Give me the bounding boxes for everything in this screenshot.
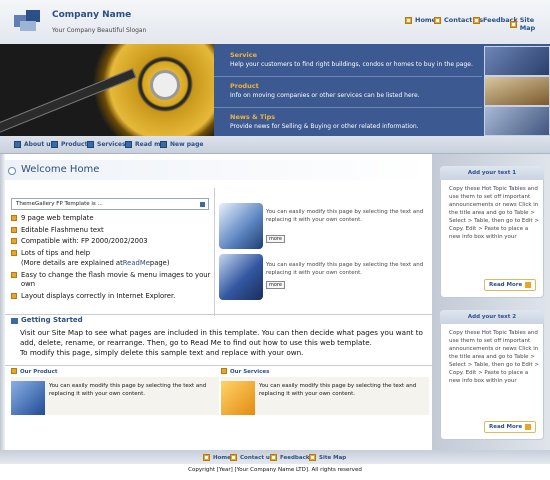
read-more-button-1[interactable]: Read More <box>484 279 537 291</box>
footer-link-sitemap[interactable]: Site Map <box>309 454 346 461</box>
more-button-1[interactable]: more <box>266 235 285 243</box>
bullet-icon <box>11 227 17 233</box>
dropdown-arrow-icon <box>200 202 205 207</box>
home-icon <box>405 16 412 24</box>
list-item: 9 page web template <box>11 214 94 223</box>
bullet-icon <box>11 250 17 256</box>
nav-about[interactable]: About us <box>14 141 54 148</box>
info-box-1-text: Copy these Hot Topic Tables and use them… <box>449 186 539 240</box>
thumb-text-2: You can easily modify this page by selec… <box>266 262 424 276</box>
list-item: Compatible with: FP 2000/2002/2003 <box>11 237 148 246</box>
nav-readme[interactable]: Read me <box>125 141 164 148</box>
sitemap-icon <box>510 20 517 28</box>
our-services-text: You can easily modify this page by selec… <box>259 383 417 397</box>
nav-bullet-icon <box>125 141 132 148</box>
feedback-icon <box>270 454 277 461</box>
company-slogan: Your Company Beautiful Slogan <box>52 27 147 34</box>
banner-news[interactable]: News & Tips Provide news for Selling & B… <box>214 108 482 139</box>
list-item: Lots of tips and help <box>11 249 211 258</box>
feedback-icon <box>473 16 480 24</box>
services-image <box>221 381 255 415</box>
banner-thumb-laptop <box>484 46 550 76</box>
enter-key-image <box>219 254 263 300</box>
left-shade <box>0 154 5 450</box>
thumb-text-1: You can easily modify this page by selec… <box>266 209 424 223</box>
top-link-sitemap[interactable]: Site Map <box>510 16 550 32</box>
arrow-icon <box>525 424 532 430</box>
circle-chevron-icon <box>8 167 16 175</box>
sitemap-icon <box>309 454 316 461</box>
our-product-title: Our Product <box>20 369 58 375</box>
nav-bullet-icon <box>160 141 167 148</box>
read-more-button-2[interactable]: Read More <box>484 421 537 433</box>
getting-started-text: Visit our Site Map to see what pages are… <box>20 328 423 357</box>
bullet-icon <box>11 215 17 221</box>
list-item: Easy to change the flash movie & menu im… <box>11 271 211 289</box>
nav-bullet-icon <box>87 141 94 148</box>
banner-thumb-keyboard <box>484 106 550 136</box>
more-button-2[interactable]: more <box>266 281 285 289</box>
computer-image <box>11 381 45 415</box>
template-dropdown[interactable]: ThemeGallery FP Template is ... <box>11 198 209 210</box>
footer-link-feedback[interactable]: Feedback <box>270 454 310 461</box>
contact-icon <box>230 454 237 461</box>
nav-newpage[interactable]: New page <box>160 141 203 148</box>
top-link-home[interactable]: Home <box>405 16 436 24</box>
contact-icon <box>434 16 441 24</box>
copyright: Copyright [Year] [Your Company Name LTD]… <box>188 467 362 473</box>
services-icon <box>221 368 227 374</box>
monitor-icon <box>11 318 18 324</box>
bullet-icon <box>11 272 17 278</box>
list-item: Editable Flashmenu text <box>11 226 104 235</box>
company-name: Company Name <box>52 10 132 20</box>
column-divider <box>214 188 215 316</box>
list-item: Layout displays correctly in Internet Ex… <box>11 292 211 301</box>
nav-product[interactable]: Product <box>51 141 87 148</box>
footer-link-contact[interactable]: Contact us <box>230 454 273 461</box>
readme-link[interactable]: ReadMe <box>123 259 150 268</box>
home-icon <box>203 454 210 461</box>
nav-bullet-icon <box>51 141 58 148</box>
banner-service[interactable]: Service Help your customers to find righ… <box>214 46 482 77</box>
keyboard-image <box>219 203 263 249</box>
info-box-2-text: Copy these Hot Topic Tables and use them… <box>449 330 539 384</box>
bullet-icon <box>11 293 17 299</box>
our-product-text: You can easily modify this page by selec… <box>49 383 207 397</box>
hard-disk-image <box>0 44 214 136</box>
product-icon <box>11 368 17 374</box>
arrow-icon <box>525 282 532 288</box>
getting-started-title: Getting Started <box>21 316 83 324</box>
readme-details: (More details are explained at ReadMe pa… <box>21 259 170 268</box>
info-box-2-title: Add your text 2 <box>440 310 544 324</box>
footer-link-home[interactable]: Home <box>203 454 231 461</box>
banner-thumb-document <box>484 76 550 106</box>
nav-services[interactable]: Services <box>87 141 126 148</box>
divider <box>5 365 435 366</box>
divider <box>5 314 435 315</box>
page-title: Welcome Home <box>21 164 100 175</box>
info-box-1-title: Add your text 1 <box>440 166 544 180</box>
our-services-title: Our Services <box>230 369 270 375</box>
bullet-icon <box>11 238 17 244</box>
company-logo-icon <box>14 10 40 31</box>
banner-product[interactable]: Product Info on moving companies or othe… <box>214 77 482 108</box>
nav-bullet-icon <box>14 141 21 148</box>
